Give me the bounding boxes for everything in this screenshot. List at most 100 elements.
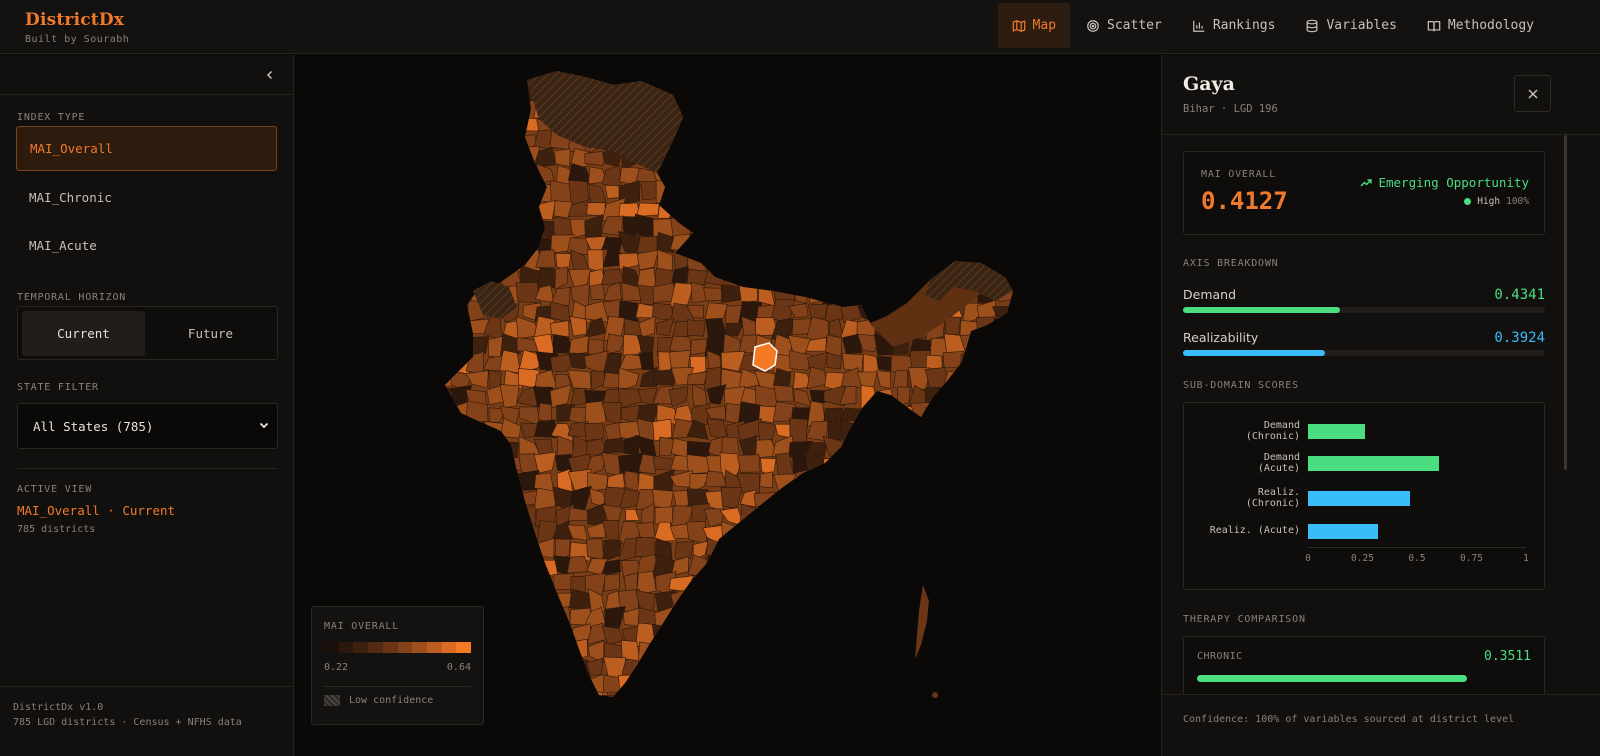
district-tile[interactable] xyxy=(859,96,881,121)
district-tile[interactable] xyxy=(433,502,457,523)
district-tile[interactable] xyxy=(960,503,981,527)
district-tile[interactable] xyxy=(808,557,827,579)
district-tile[interactable] xyxy=(737,98,763,120)
district-tile[interactable] xyxy=(974,78,999,101)
district-tile[interactable] xyxy=(433,457,452,477)
district-tile[interactable] xyxy=(703,230,725,254)
district-tile[interactable] xyxy=(975,678,997,697)
district-tile[interactable] xyxy=(533,638,557,663)
district-tile[interactable] xyxy=(723,611,743,624)
district-tile[interactable] xyxy=(448,213,468,237)
district-tile[interactable] xyxy=(910,675,933,692)
district-tile[interactable] xyxy=(464,570,489,589)
district-tile[interactable] xyxy=(638,675,656,697)
panel-scrollbar[interactable] xyxy=(1564,135,1567,470)
district-tile[interactable] xyxy=(520,198,540,220)
district-tile[interactable] xyxy=(838,556,859,576)
district-tile[interactable] xyxy=(891,265,915,287)
district-tile[interactable] xyxy=(823,264,847,290)
district-tile[interactable] xyxy=(757,539,778,559)
district-tile[interactable] xyxy=(859,472,876,494)
sub-domain-bar[interactable] xyxy=(1308,456,1439,471)
andaman-islands[interactable] xyxy=(915,585,929,659)
district-tile[interactable] xyxy=(467,469,489,490)
district-tile[interactable] xyxy=(875,638,896,665)
district-tile[interactable] xyxy=(855,556,879,579)
district-tile[interactable] xyxy=(499,64,520,86)
district-tile[interactable] xyxy=(499,608,521,630)
district-tile[interactable] xyxy=(998,673,1015,693)
district-tile[interactable] xyxy=(828,639,845,660)
district-tile[interactable] xyxy=(537,267,555,289)
district-tile[interactable] xyxy=(774,708,796,726)
district-tile[interactable] xyxy=(892,437,914,455)
district-tile[interactable] xyxy=(908,184,932,205)
district-tile[interactable] xyxy=(501,487,525,509)
district-tile[interactable] xyxy=(959,385,982,404)
district-tile[interactable] xyxy=(435,169,453,183)
district-tile[interactable] xyxy=(486,198,506,221)
district-tile[interactable] xyxy=(1011,625,1032,646)
district-tile[interactable] xyxy=(958,420,978,443)
sub-domain-bar[interactable] xyxy=(1308,524,1378,539)
district-tile[interactable] xyxy=(739,216,761,239)
district-tile[interactable] xyxy=(568,638,588,660)
district-tile[interactable] xyxy=(805,164,825,186)
district-tile[interactable] xyxy=(517,657,539,680)
district-tile[interactable] xyxy=(874,672,898,693)
district-tile[interactable] xyxy=(737,250,758,270)
district-tile[interactable] xyxy=(465,97,489,119)
district-tile[interactable] xyxy=(993,420,1016,444)
district-tile[interactable] xyxy=(791,677,814,697)
district-tile[interactable] xyxy=(1015,317,1030,339)
district-tile[interactable] xyxy=(690,710,708,732)
district-tile[interactable] xyxy=(807,198,827,221)
district-tile[interactable] xyxy=(1016,287,1034,306)
district-tile[interactable] xyxy=(964,558,981,577)
district-tile[interactable] xyxy=(996,250,1016,272)
district-tile[interactable] xyxy=(431,284,456,306)
district-tile[interactable] xyxy=(893,148,913,168)
district-tile[interactable] xyxy=(503,235,524,256)
district-tile[interactable] xyxy=(670,62,693,80)
district-tile[interactable] xyxy=(926,641,946,664)
brand[interactable]: DistrictDx Built by Sourabh xyxy=(25,10,129,45)
district-tile[interactable] xyxy=(668,200,693,221)
district-tile[interactable] xyxy=(841,623,864,647)
district-tile[interactable] xyxy=(958,113,979,134)
district-tile[interactable] xyxy=(910,401,931,425)
district-tile[interactable] xyxy=(772,626,794,642)
district-tile[interactable] xyxy=(481,236,506,253)
district-tile[interactable] xyxy=(808,95,828,118)
district-tile[interactable] xyxy=(774,521,792,542)
district-tile[interactable] xyxy=(685,149,710,168)
district-tile[interactable] xyxy=(930,519,949,542)
district-tile[interactable] xyxy=(873,405,898,426)
district-tile[interactable] xyxy=(466,216,489,234)
district-tile[interactable] xyxy=(1009,166,1033,189)
district-tile[interactable] xyxy=(821,145,847,169)
district-tile[interactable] xyxy=(447,541,473,562)
district-tile[interactable] xyxy=(720,116,740,137)
nav-rankings[interactable]: Rankings xyxy=(1178,3,1290,48)
district-tile[interactable] xyxy=(738,128,762,153)
district-tile[interactable] xyxy=(670,627,692,644)
district-tile[interactable] xyxy=(807,577,830,594)
district-tile[interactable] xyxy=(721,94,743,118)
district-tile[interactable] xyxy=(487,185,503,202)
district-tile[interactable] xyxy=(891,97,915,119)
district-tile[interactable] xyxy=(873,94,893,119)
district-tile[interactable] xyxy=(671,151,694,167)
district-tile[interactable] xyxy=(518,490,538,506)
district-tile[interactable] xyxy=(856,590,878,610)
district-tile[interactable] xyxy=(707,708,728,728)
district-tile[interactable] xyxy=(808,180,829,201)
district-tile[interactable] xyxy=(789,505,809,528)
district-tile[interactable] xyxy=(466,435,489,456)
district-tile[interactable] xyxy=(482,672,502,696)
district-tile[interactable] xyxy=(504,639,524,664)
district-tile[interactable] xyxy=(861,451,878,476)
district-tile[interactable] xyxy=(960,521,979,541)
district-tile[interactable] xyxy=(485,133,504,151)
horizon-current-button[interactable]: Current xyxy=(22,311,145,356)
